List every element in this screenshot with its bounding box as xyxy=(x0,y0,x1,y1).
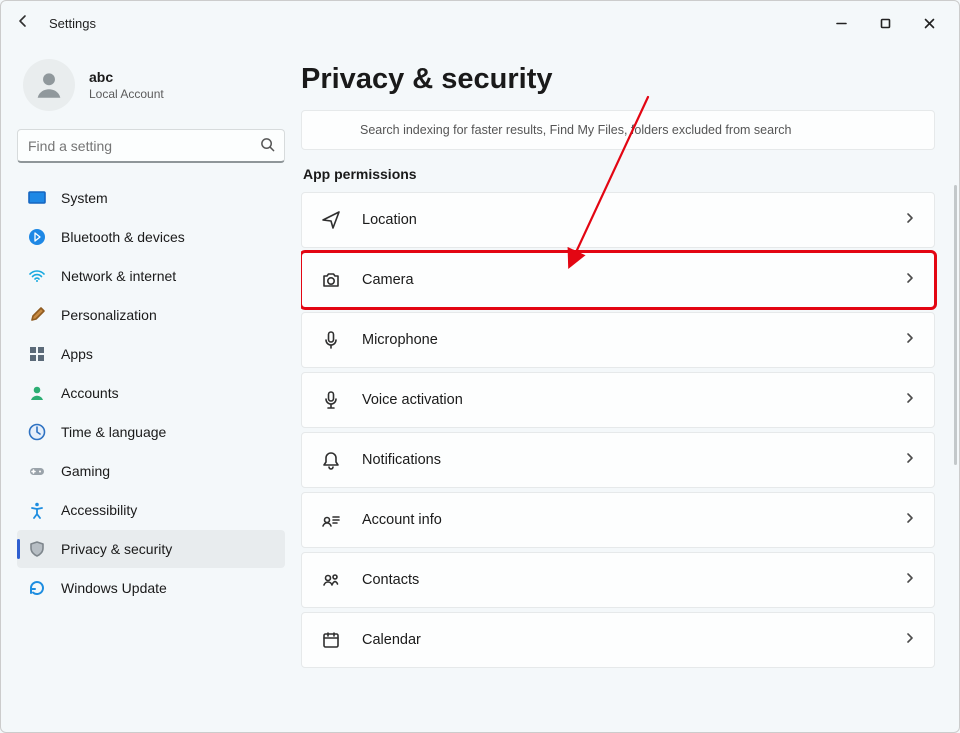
section-app-permissions: App permissions xyxy=(303,166,935,182)
nav-label: System xyxy=(61,190,108,206)
nav-time[interactable]: Time & language xyxy=(17,413,285,451)
back-button[interactable] xyxy=(15,13,43,34)
row-notifications[interactable]: Notifications xyxy=(301,432,935,488)
row-voice-activation[interactable]: Voice activation xyxy=(301,372,935,428)
row-label: Location xyxy=(362,212,884,228)
scrollbar[interactable] xyxy=(954,185,957,465)
main-content: Privacy & security Search indexing for f… xyxy=(301,45,959,732)
sidebar: abc Local Account System Bluetooth & d xyxy=(1,45,301,732)
nav: System Bluetooth & devices Network & int… xyxy=(17,179,285,607)
search-box[interactable] xyxy=(17,129,285,163)
row-location[interactable]: Location xyxy=(301,192,935,248)
person-icon xyxy=(27,383,47,403)
display-icon xyxy=(27,188,47,208)
bell-icon xyxy=(320,449,342,471)
row-microphone[interactable]: Microphone xyxy=(301,312,935,368)
page-title: Privacy & security xyxy=(301,63,935,96)
nav-label: Time & language xyxy=(61,424,166,440)
contacts-icon xyxy=(320,569,342,591)
gamepad-icon xyxy=(27,461,47,481)
nav-label: Network & internet xyxy=(61,268,176,284)
update-icon xyxy=(27,578,47,598)
nav-network[interactable]: Network & internet xyxy=(17,257,285,295)
search-settings-card[interactable]: Search indexing for faster results, Find… xyxy=(301,110,935,150)
row-label: Notifications xyxy=(362,452,884,468)
row-label: Account info xyxy=(362,512,884,528)
nav-label: Windows Update xyxy=(61,580,167,596)
nav-apps[interactable]: Apps xyxy=(17,335,285,373)
row-camera[interactable]: Camera xyxy=(301,252,935,308)
nav-label: Accessibility xyxy=(61,502,137,518)
nav-label: Apps xyxy=(61,346,93,362)
calendar-icon xyxy=(320,629,342,651)
camera-icon xyxy=(320,269,342,291)
location-icon xyxy=(320,209,342,231)
nav-accounts[interactable]: Accounts xyxy=(17,374,285,412)
chevron-right-icon xyxy=(904,451,916,469)
accessibility-icon xyxy=(27,500,47,520)
row-label: Contacts xyxy=(362,572,884,588)
row-contacts[interactable]: Contacts xyxy=(301,552,935,608)
chevron-right-icon xyxy=(904,511,916,529)
nav-label: Bluetooth & devices xyxy=(61,229,185,245)
nav-bluetooth[interactable]: Bluetooth & devices xyxy=(17,218,285,256)
user-block[interactable]: abc Local Account xyxy=(17,55,285,129)
clock-globe-icon xyxy=(27,422,47,442)
brush-icon xyxy=(27,305,47,325)
search-settings-subtitle: Search indexing for faster results, Find… xyxy=(320,123,791,137)
bluetooth-icon xyxy=(27,227,47,247)
avatar xyxy=(23,59,75,111)
chevron-right-icon xyxy=(904,631,916,649)
nav-label: Accounts xyxy=(61,385,119,401)
chevron-right-icon xyxy=(904,211,916,229)
window-title: Settings xyxy=(49,16,96,31)
row-calendar[interactable]: Calendar xyxy=(301,612,935,668)
row-label: Microphone xyxy=(362,332,884,348)
wifi-icon xyxy=(27,266,47,286)
nav-update[interactable]: Windows Update xyxy=(17,569,285,607)
nav-label: Personalization xyxy=(61,307,157,323)
nav-personalization[interactable]: Personalization xyxy=(17,296,285,334)
nav-label: Gaming xyxy=(61,463,110,479)
search-icon xyxy=(260,137,275,157)
minimize-button[interactable] xyxy=(819,7,863,39)
row-label: Camera xyxy=(362,272,884,288)
row-label: Voice activation xyxy=(362,392,884,408)
apps-icon xyxy=(27,344,47,364)
chevron-right-icon xyxy=(904,571,916,589)
row-account-info[interactable]: Account info xyxy=(301,492,935,548)
chevron-right-icon xyxy=(904,271,916,289)
maximize-button[interactable] xyxy=(863,7,907,39)
search-input[interactable] xyxy=(17,129,285,163)
row-label: Calendar xyxy=(362,632,884,648)
nav-gaming[interactable]: Gaming xyxy=(17,452,285,490)
chevron-right-icon xyxy=(904,391,916,409)
nav-accessibility[interactable]: Accessibility xyxy=(17,491,285,529)
nav-label: Privacy & security xyxy=(61,541,172,557)
voice-icon xyxy=(320,389,342,411)
close-button[interactable] xyxy=(907,7,951,39)
shield-icon xyxy=(27,539,47,559)
microphone-icon xyxy=(320,329,342,351)
user-name: abc xyxy=(89,69,164,85)
nav-privacy[interactable]: Privacy & security xyxy=(17,530,285,568)
chevron-right-icon xyxy=(904,331,916,349)
title-bar: Settings xyxy=(1,1,959,45)
user-subtitle: Local Account xyxy=(89,87,164,101)
nav-system[interactable]: System xyxy=(17,179,285,217)
account-info-icon xyxy=(320,509,342,531)
